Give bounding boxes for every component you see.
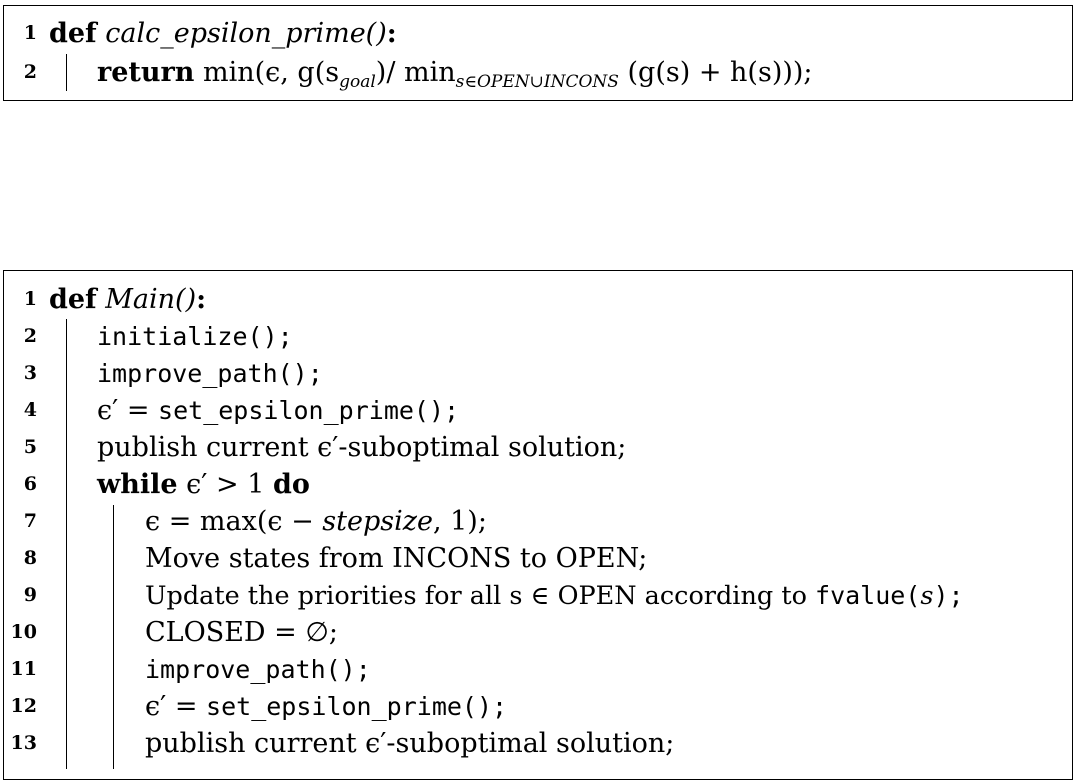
clear-closed-text: CLOSED = ∅; [145, 617, 338, 648]
call-fvalue-end: ); [933, 581, 964, 610]
call-initialize: initialize(); [97, 322, 293, 351]
call-improve-path: improve_path(); [145, 655, 371, 684]
colon: : [196, 284, 207, 315]
line-number: 1 [23, 288, 37, 310]
update-priorities: Update the priorities for all s ∈ OPEN a… [145, 577, 964, 615]
block-indent-bar [66, 54, 67, 91]
publish-solution-text: publish current ϵ′-suboptimal solution; [145, 728, 675, 759]
function-name: calc_epsilon_prime() [105, 18, 387, 49]
line-number: 2 [23, 61, 37, 83]
assign-epsilon-prime: ϵ′ = set_epsilon_prime(); [97, 392, 459, 429]
subscript-goal: goal [339, 72, 376, 92]
loop-condition: ϵ′ > 1 [186, 469, 265, 500]
function-name: Main() [105, 284, 197, 315]
line-number: 4 [23, 399, 37, 421]
block-indent-bar-main [66, 319, 67, 769]
var-stepsize: stepsize [322, 506, 433, 537]
algorithm-box-calc-epsilon-prime: 1 def calc_epsilon_prime(): 2 return min… [3, 5, 1073, 101]
line-number: 9 [23, 584, 37, 606]
call-set-epsilon-prime: set_epsilon_prime(); [158, 396, 460, 425]
line-number: 8 [23, 547, 37, 569]
expr-min-part: min(ϵ, g(s [202, 57, 340, 88]
assign-epsilon-prime: ϵ′ = set_epsilon_prime(); [145, 688, 507, 725]
line-number: 12 [10, 695, 37, 717]
epsilon-prime-lhs: ϵ′ = [145, 691, 207, 722]
while-loop-header: while ϵ′ > 1 do [97, 466, 310, 503]
return-statement: return min(ϵ, g(sgoal)/ mins∈OPEN∪INCONS… [97, 54, 813, 91]
line-number: 6 [23, 473, 37, 495]
algorithm-box-main: 1 def Main(): 2 initialize(); 3 improve_… [3, 270, 1073, 780]
var-s: s [920, 581, 934, 611]
block-indent-bar-while [113, 505, 114, 769]
line-number: 7 [23, 510, 37, 532]
move-states-text: Move states from INCONS to OPEN; [145, 543, 648, 574]
keyword-while: while [97, 469, 178, 500]
line-number: 3 [23, 362, 37, 384]
line-number: 11 [10, 658, 37, 680]
keyword-return: return [97, 57, 195, 88]
keyword-do: do [272, 469, 310, 500]
line-number: 5 [23, 436, 37, 458]
update-priorities-text: Update the priorities for all s ∈ OPEN a… [145, 581, 816, 611]
epsilon-prime-lhs: ϵ′ = [97, 395, 159, 426]
call-improve-path: improve_path(); [97, 359, 323, 388]
colon: : [386, 18, 397, 49]
call-set-epsilon-prime: set_epsilon_prime(); [206, 692, 508, 721]
function-definition: def calc_epsilon_prime(): [49, 15, 397, 52]
line-number: 13 [10, 732, 37, 754]
expr-gh-sum: (g(s) + h(s))); [627, 57, 813, 88]
subscript-set: s∈OPEN∪INCONS [455, 72, 619, 92]
line-number: 2 [23, 325, 37, 347]
function-definition: def Main(): [49, 281, 206, 318]
line-number: 1 [23, 22, 37, 44]
keyword-def: def [49, 18, 97, 49]
keyword-def: def [49, 284, 97, 315]
publish-solution-text: publish current ϵ′-suboptimal solution; [97, 432, 627, 463]
expr-max-end: , 1); [432, 506, 487, 537]
call-fvalue: fvalue( [815, 581, 921, 610]
epsilon-decrement: ϵ = max(ϵ − stepsize, 1); [145, 503, 487, 540]
expr-divide-min: )/ min [375, 57, 456, 88]
line-number: 10 [10, 621, 37, 643]
expr-max-part: ϵ = max(ϵ − [145, 506, 323, 537]
